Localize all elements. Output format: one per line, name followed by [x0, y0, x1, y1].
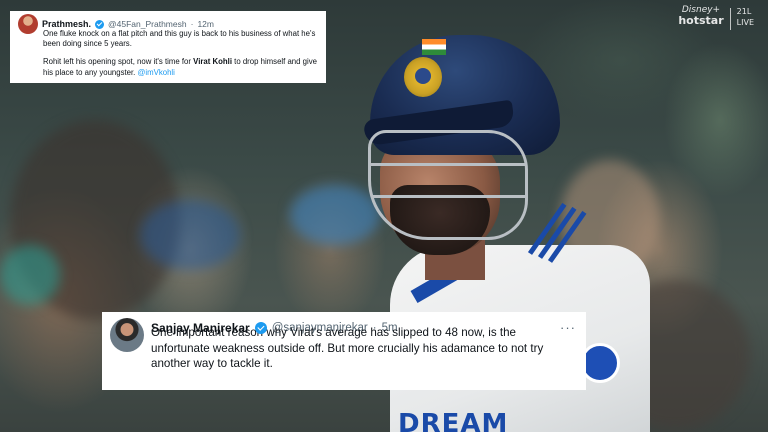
- jersey-sponsor-text: DREAM: [398, 409, 509, 432]
- tweet-text: One fluke knock on a flat pitch and this…: [43, 29, 318, 78]
- tweet-paragraph: Rohit left his opening spot, now it's ti…: [43, 57, 317, 77]
- separator-dot: ·: [190, 19, 194, 29]
- mention-link[interactable]: @imVkohli: [138, 68, 175, 77]
- tweet-paragraph: One fluke knock on a flat pitch and this…: [43, 29, 316, 49]
- tweet-text: One important reason why Virat’s average…: [151, 326, 544, 370]
- avatar[interactable]: [18, 14, 38, 34]
- bcci-crest-icon: [404, 57, 442, 97]
- helmet-grille: [368, 130, 528, 240]
- broadcaster-watermark: Disney+ hotstar 21L LIVE: [678, 6, 754, 30]
- verified-badge-icon: [254, 322, 267, 334]
- crowd-blur: [0, 245, 60, 305]
- live-indicator: 21L LIVE: [736, 7, 754, 27]
- verified-badge-icon: [95, 19, 105, 29]
- sponsor-logo: [580, 343, 620, 383]
- highlighted-name: Virat Kohli: [193, 57, 232, 67]
- indian-flag-icon: [422, 39, 446, 55]
- author-name[interactable]: Prathmesh.: [42, 19, 91, 29]
- tweet-card-top[interactable]: Prathmesh. @45Fan_Prathmesh · 12m One fl…: [10, 11, 326, 83]
- hotstar-logo: Disney+ hotstar: [678, 5, 724, 27]
- crowd-blur: [140, 200, 240, 270]
- tweet-card-main[interactable]: Sanjay Manjrekar @sanjaymanjrekar · 5m ·…: [102, 312, 586, 390]
- tweet-time[interactable]: 12m: [197, 19, 214, 29]
- more-options-icon[interactable]: ···: [560, 321, 576, 334]
- author-handle[interactable]: @45Fan_Prathmesh: [108, 19, 187, 29]
- avatar[interactable]: [110, 318, 144, 352]
